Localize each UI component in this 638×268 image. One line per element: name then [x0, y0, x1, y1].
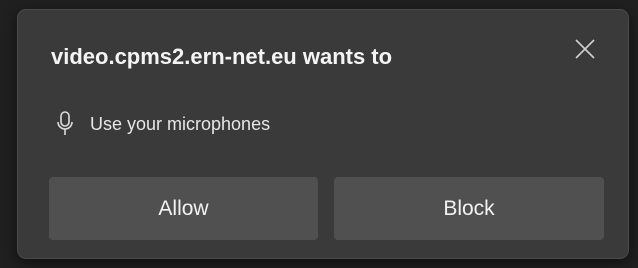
permission-row: Use your microphones [54, 110, 270, 138]
permission-text: Use your microphones [90, 113, 271, 134]
permission-dialog: video.cpms2.ern-net.eu wants to Use your… [17, 9, 629, 259]
allow-button[interactable]: Allow [49, 177, 318, 240]
close-icon [575, 39, 595, 59]
block-button[interactable]: Block [334, 177, 604, 240]
close-button[interactable] [570, 34, 600, 64]
dialog-title: video.cpms2.ern-net.eu wants to [51, 44, 393, 69]
microphone-icon [54, 110, 76, 138]
